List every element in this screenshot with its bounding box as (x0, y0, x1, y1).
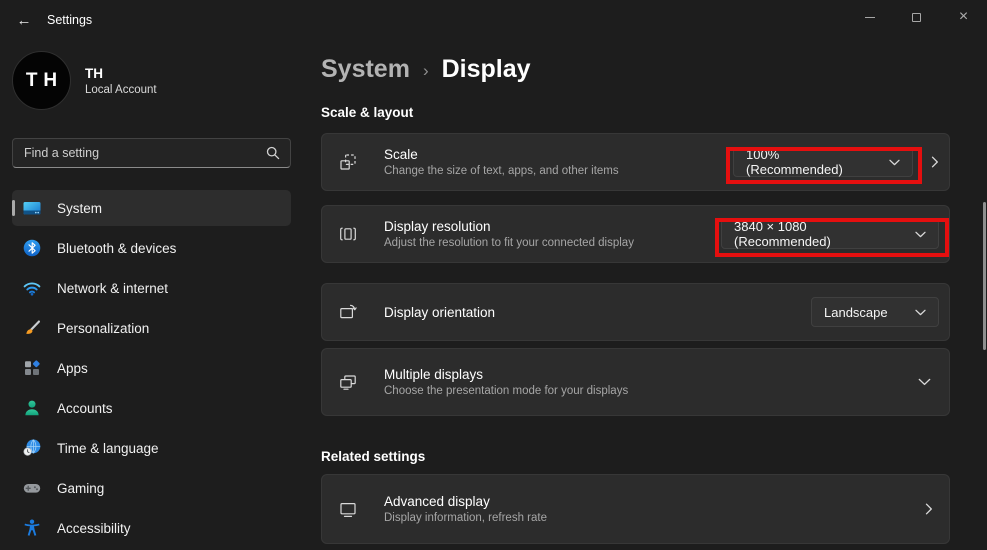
multiple-displays-subtitle: Choose the presentation mode for your di… (384, 385, 629, 397)
sidebar-item-label: Time & language (57, 440, 159, 456)
chevron-right-icon (931, 156, 939, 168)
resolution-dropdown[interactable]: 3840 × 1080 (Recommended) (721, 219, 939, 249)
sidebar-item-label: Apps (57, 360, 88, 376)
breadcrumb-separator-icon: › (422, 61, 429, 80)
accounts-icon (22, 398, 42, 418)
chevron-down-icon (915, 231, 926, 238)
sidebar-item-personalization[interactable]: Personalization (12, 310, 291, 346)
page-title: Display (441, 55, 531, 83)
setting-row-scale[interactable]: Scale Change the size of text, apps, and… (321, 133, 950, 191)
network-icon (22, 278, 42, 298)
scale-icon (338, 152, 358, 172)
orientation-title: Display orientation (384, 304, 496, 320)
avatar: TH (12, 51, 71, 110)
window-controls: × (846, 0, 987, 34)
search-input[interactable] (13, 146, 266, 160)
chevron-down-icon (889, 159, 900, 166)
chevron-right-icon (925, 503, 933, 515)
resolution-title: Display resolution (384, 219, 491, 234)
section-heading-related-settings: Related settings (321, 449, 426, 464)
advanced-display-title: Advanced display (384, 494, 490, 509)
breadcrumb-system-link[interactable]: System (321, 55, 410, 84)
sidebar-item-network-internet[interactable]: Network & internet (12, 270, 291, 306)
sidebar-item-accessibility[interactable]: Accessibility (12, 510, 291, 546)
advanced-display-subtitle: Display information, refresh rate (384, 512, 547, 524)
sidebar-item-gaming[interactable]: Gaming (12, 470, 291, 506)
account-profile[interactable]: TH TH Local Account (12, 51, 157, 110)
profile-name: TH (85, 65, 103, 81)
section-heading-scale-layout: Scale & layout (321, 105, 414, 120)
profile-account-type: Local Account (85, 83, 157, 96)
scale-dropdown-value: 100% (Recommended) (746, 147, 843, 177)
close-icon: × (958, 8, 969, 25)
sidebar-item-label: Network & internet (57, 280, 169, 296)
sidebar-item-label: Bluetooth & devices (57, 240, 177, 256)
setting-row-display-resolution[interactable]: Display resolution Adjust the resolution… (321, 205, 950, 263)
minimize-button[interactable] (846, 0, 893, 34)
setting-row-display-orientation[interactable]: Display orientation Landscape (321, 283, 950, 341)
vertical-scrollbar-thumb[interactable] (983, 202, 986, 350)
setting-row-advanced-display[interactable]: Advanced display Display information, re… (321, 474, 950, 544)
resolution-dropdown-value: 3840 × 1080 (Recommended) (734, 219, 831, 249)
sidebar-item-label: Gaming (57, 480, 105, 496)
back-button[interactable]: ← (8, 4, 40, 36)
search-icon (266, 146, 280, 160)
setting-row-multiple-displays[interactable]: Multiple displays Choose the presentatio… (321, 348, 950, 416)
system-icon (22, 198, 42, 218)
sidebar-item-label: Personalization (57, 320, 150, 336)
multiple-displays-title: Multiple displays (384, 367, 484, 382)
orientation-dropdown[interactable]: Landscape (811, 297, 939, 327)
bluetooth-icon (22, 238, 42, 258)
back-arrow-icon: ← (16, 11, 32, 29)
scale-subtitle: Change the size of text, apps, and other… (384, 165, 619, 177)
sidebar-item-apps[interactable]: Apps (12, 350, 291, 386)
minimize-icon (864, 16, 875, 18)
orientation-dropdown-value: Landscape (824, 304, 888, 320)
personalization-icon (22, 318, 42, 338)
sidebar-nav: System Bluetooth & devices Network & int… (12, 190, 291, 550)
window-title: Settings (47, 13, 93, 27)
maximize-button[interactable] (893, 0, 940, 34)
multiple-displays-icon (338, 372, 358, 392)
scale-title: Scale (384, 147, 418, 162)
sidebar-item-bluetooth-devices[interactable]: Bluetooth & devices (12, 230, 291, 266)
sidebar-item-system[interactable]: System (12, 190, 291, 226)
sidebar-item-label: Accounts (57, 400, 113, 416)
sidebar-item-label: Accessibility (57, 520, 131, 536)
maximize-icon (912, 12, 921, 22)
breadcrumb: System › Display (321, 55, 531, 84)
close-button[interactable]: × (940, 0, 987, 34)
apps-icon (22, 358, 42, 378)
display-orientation-icon (338, 302, 358, 322)
time-language-icon (22, 438, 42, 458)
chevron-down-icon (918, 378, 931, 386)
scale-dropdown[interactable]: 100% (Recommended) (733, 147, 913, 177)
search-box[interactable] (12, 138, 291, 168)
advanced-display-icon (338, 499, 358, 519)
chevron-down-icon (915, 309, 926, 316)
sidebar-item-label: System (57, 200, 103, 216)
display-resolution-icon (338, 224, 358, 244)
sidebar-item-accounts[interactable]: Accounts (12, 390, 291, 426)
sidebar-item-time-language[interactable]: Time & language (12, 430, 291, 466)
resolution-subtitle: Adjust the resolution to fit your connec… (384, 237, 634, 249)
accessibility-icon (22, 518, 42, 538)
gaming-icon (22, 478, 42, 498)
